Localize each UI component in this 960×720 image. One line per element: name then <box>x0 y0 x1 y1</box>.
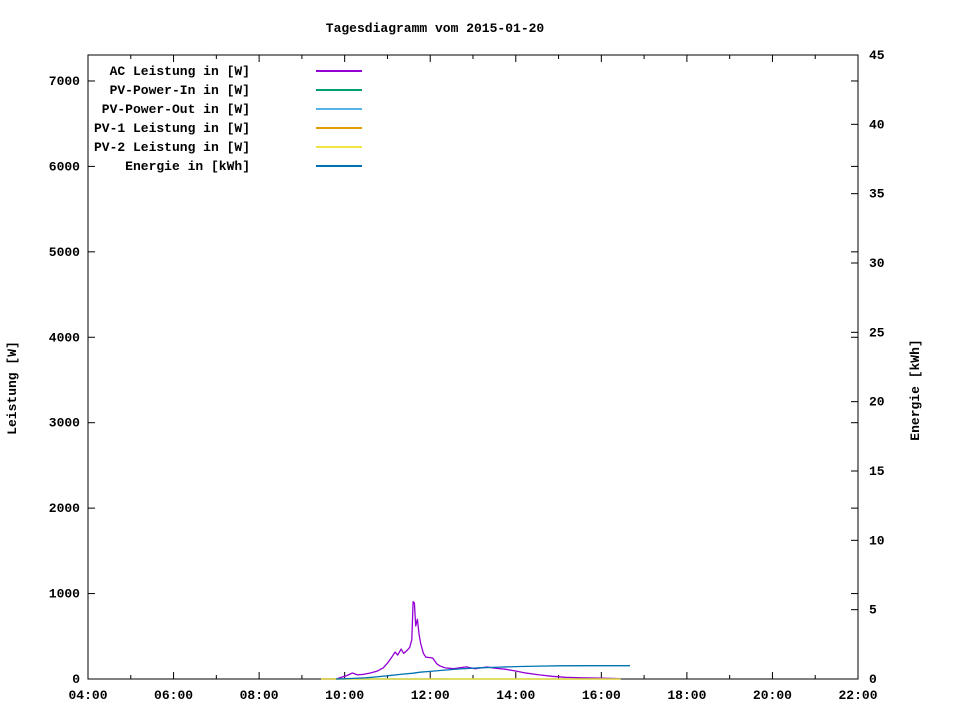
y2-tick-label: 30 <box>869 256 885 271</box>
x-tick-label: 14:00 <box>496 688 535 703</box>
y2-tick-label: 20 <box>869 395 885 410</box>
legend-entry: PV-1 Leistung in [W] <box>94 121 362 136</box>
y2-tick-label: 5 <box>869 603 877 618</box>
chart-title: Tagesdiagramm vom 2015-01-20 <box>326 21 545 36</box>
x-tick-label: 04:00 <box>68 688 107 703</box>
y2-tick-label: 35 <box>869 187 885 202</box>
y-axis-left-label: Leistung [W] <box>5 341 20 435</box>
y2-tick-label: 15 <box>869 464 885 479</box>
x-tick-label: 16:00 <box>582 688 621 703</box>
legend-entry: PV-Power-In in [W] <box>110 83 362 98</box>
y2-tick-label: 25 <box>869 325 885 340</box>
y1-tick-label: 6000 <box>49 159 80 174</box>
y1-tick-label: 7000 <box>49 74 80 89</box>
energie-line <box>336 665 630 680</box>
x-tick-label: 18:00 <box>667 688 706 703</box>
y1-tick-label: 2000 <box>49 501 80 516</box>
y2-tick-label: 40 <box>869 117 885 132</box>
y1-tick-label: 0 <box>72 672 80 687</box>
y-axis-right-label: Energie [kWh] <box>908 339 923 440</box>
legend-entry: AC Leistung in [W] <box>110 64 362 79</box>
x-tick-label: 12:00 <box>411 688 450 703</box>
x-tick-label: 10:00 <box>325 688 364 703</box>
legend-entry-label: PV-1 Leistung in [W] <box>94 121 250 136</box>
x-tick-label: 06:00 <box>154 688 193 703</box>
x-tick-label: 20:00 <box>753 688 792 703</box>
legend-entry: PV-Power-Out in [W] <box>102 102 362 117</box>
legend: AC Leistung in [W] PV-Power-In in [W] PV… <box>94 64 362 174</box>
y1-tick-label: 1000 <box>49 587 80 602</box>
legend-entry-label: PV-Power-Out in [W] <box>102 102 250 117</box>
legend-entry-label: AC Leistung in [W] <box>110 64 250 79</box>
chart-page: Tagesdiagramm vom 2015-01-20 Leistung [W… <box>0 0 960 720</box>
legend-entry: Energie in [kWh] <box>125 159 362 174</box>
legend-entry-label: Energie in [kWh] <box>125 159 250 174</box>
y2-tick-label: 45 <box>869 48 885 63</box>
y2-tick-label: 0 <box>869 672 877 687</box>
legend-entry: PV-2 Leistung in [W] <box>94 140 362 155</box>
legend-entry-label: PV-2 Leistung in [W] <box>94 140 250 155</box>
legend-entry-label: PV-Power-In in [W] <box>110 83 250 98</box>
y1-tick-label: 4000 <box>49 330 80 345</box>
y1-tick-label: 3000 <box>49 416 80 431</box>
y1-tick-label: 5000 <box>49 245 80 260</box>
ac-leistung-line <box>321 601 621 680</box>
x-tick-label: 22:00 <box>838 688 877 703</box>
tagesdiagramm-chart: Tagesdiagramm vom 2015-01-20 Leistung [W… <box>5 21 923 703</box>
y2-tick-label: 10 <box>869 533 885 548</box>
x-tick-label: 08:00 <box>240 688 279 703</box>
